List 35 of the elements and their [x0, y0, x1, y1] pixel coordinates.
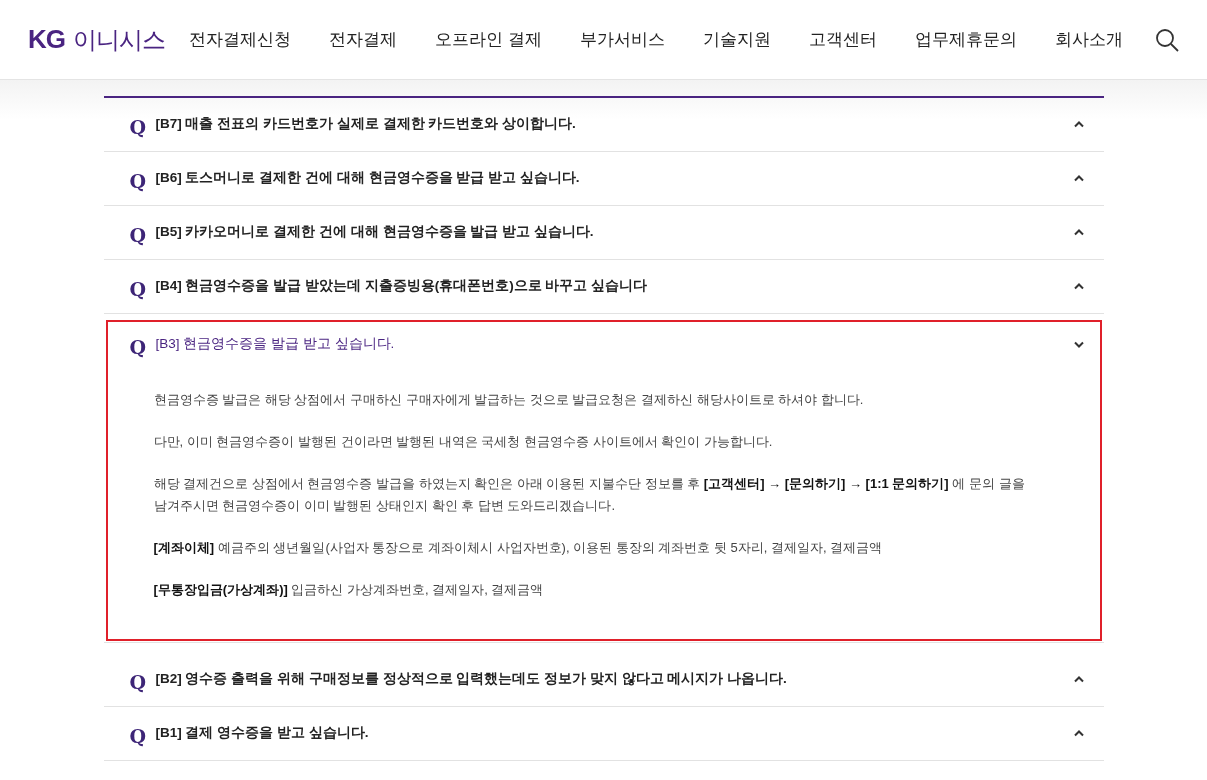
faq-question[interactable]: Q [B2] 영수증 출력을 위해 구매정보를 정상적으로 입력했는데도 정보가 맞지 않다고 메시지가 나옵니다.: [103, 652, 1104, 706]
faq-question[interactable]: Q [B7] 매출 전표의 카드번호가 실제로 결제한 카드번호와 상이합니다.: [103, 98, 1104, 151]
faq-question[interactable]: Q [B6] 토스머니로 결제한 건에 대해 현금영수증을 받급 받고 싶습니다.: [103, 152, 1104, 205]
q-mark: Q: [129, 723, 146, 749]
q-mark: Q: [129, 335, 146, 361]
q-mark: Q: [129, 277, 146, 303]
faq-question[interactable]: Q [B4] 현금영수증을 발급 받았는데 지출증빙용(휴대폰번호)으로 바꾸고 싶습니다: [103, 260, 1104, 313]
question-title: [B4] 현금영수증을 발급 받았는데 지출증빙용(휴대폰번호)으로 바꾸고 싶습니다: [155, 277, 649, 296]
faq-question[interactable]: Q [B5] 카카오머니로 결제한 건에 대해 현금영수증을 발급 받고 싶습니다.: [103, 206, 1104, 259]
answer-paragraph: [계좌이체] 예금주의 생년월일(사업자 통장으로 계좌이체시 사업자번호), 이용된 통장의 계좌번호 뒷 5자리, 결제일자, 결제금액: [153, 539, 884, 558]
question-title: [B7] 매출 전표의 카드번호가 실제로 결제한 카드번호와 상이합니다.: [155, 115, 577, 134]
answer-paragraph: 다만, 이미 현금영수증이 발행된 건이라면 발행된 내역은 국세청 현금영수증 사이트에서 확인이 가능합니다.: [153, 433, 774, 452]
answer-paragraph: 현금영수증 발급은 해당 상점에서 구매하신 구매자에게 발급하는 것으로 발급요청은 결제하신 해당사이트로 하셔야 합니다.: [153, 391, 865, 409]
question-title: [B5] 카카오머니로 결제한 건에 대해 현금영수증을 발급 받고 싶습니다.: [155, 223, 595, 242]
q-mark: Q: [129, 115, 146, 141]
q-mark: Q: [129, 169, 146, 195]
q-mark: Q: [129, 223, 146, 249]
nav-link[interactable]: 전자결제신청: [189, 26, 292, 53]
faq-question[interactable]: Q [B3] 현금영수증을 발급 받고 싶습니다.: [103, 318, 1104, 371]
question-title: [B1] 결제 영수증을 받고 싶습니다.: [155, 723, 370, 742]
answer-paragraph: 해당 결제건으로 상점에서 현금영수증 발급을 하였는지 확인은 아래 이용된 지불수단 정보를 후 [고객센터] → [문의하기] → [1:1 문의하기] 에 문의 글을 남겨주시면 현금영수증이 이미 발행된 상태인지 확인 후 답변 도와드리겠습니다.: [153, 475, 1026, 516]
nav-link[interactable]: 고객센터: [809, 26, 877, 53]
logo[interactable]: KG 이니시스: [28, 20, 165, 59]
nav-link[interactable]: 회사소개: [1055, 26, 1123, 53]
nav-link[interactable]: 부가서비스: [580, 26, 665, 53]
question-title: [B6] 토스머니로 결제한 건에 대해 현금영수증을 받급 받고 싶습니다.: [155, 169, 581, 188]
nav-link[interactable]: 오프라인 결제: [435, 26, 542, 53]
nav-link[interactable]: 기술지원: [703, 26, 771, 53]
faq-question[interactable]: Q [B1] 결제 영수증을 받고 싶습니다.: [103, 706, 1104, 760]
question-title: [B3] 현금영수증을 발급 받고 싶습니다.: [155, 335, 396, 354]
nav-link[interactable]: 전자결제: [329, 26, 398, 53]
question-title: [B2] 영수증 출력을 위해 구매정보를 정상적으로 입력했는데도 정보가 맞지 않다고 메시지가 나옵니다.: [155, 669, 788, 688]
nav-link[interactable]: 업무제휴문의: [915, 26, 1017, 53]
answer-paragraph: [무통장입금(가상계좌)] 입금하신 가상계좌번호, 결제일자, 결제금액: [153, 581, 545, 600]
q-mark: Q: [129, 669, 146, 695]
